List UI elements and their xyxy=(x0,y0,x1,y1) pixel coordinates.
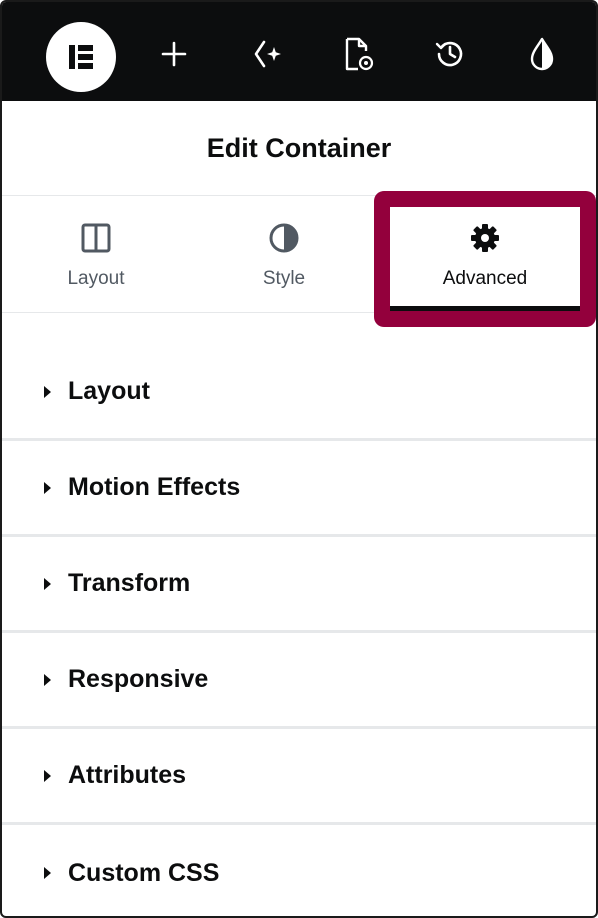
section-transform[interactable]: Transform xyxy=(2,537,596,633)
caret-right-icon xyxy=(44,577,51,590)
tab-label: Style xyxy=(262,268,306,289)
section-motion-effects[interactable]: Motion Effects xyxy=(2,441,596,537)
site-settings-drop-icon[interactable] xyxy=(520,32,564,76)
tab-advanced[interactable]: Advanced xyxy=(390,207,580,311)
tab-style[interactable]: Style xyxy=(190,197,378,313)
section-layout[interactable]: Layout xyxy=(2,345,596,441)
elementor-logo-icon[interactable] xyxy=(46,22,116,92)
section-title: Motion Effects xyxy=(68,473,241,501)
caret-right-icon xyxy=(44,769,51,782)
caret-right-icon xyxy=(44,385,51,398)
layout-columns-icon xyxy=(81,222,111,254)
history-icon[interactable] xyxy=(428,32,472,76)
panel-header: Edit Container xyxy=(2,101,596,196)
top-bar xyxy=(2,2,596,101)
editor-panel: Edit Container Layout Style Advanced Lay… xyxy=(0,0,598,918)
section-responsive[interactable]: Responsive xyxy=(2,633,596,729)
page-settings-icon[interactable] xyxy=(336,32,380,76)
section-title: Attributes xyxy=(68,761,187,789)
tab-label: Layout xyxy=(67,268,125,289)
add-icon[interactable] xyxy=(152,32,196,76)
contrast-half-circle-icon xyxy=(268,222,300,254)
tab-layout[interactable]: Layout xyxy=(2,197,190,313)
section-title: Layout xyxy=(68,377,150,405)
caret-right-icon xyxy=(44,673,51,686)
section-title: Transform xyxy=(68,569,191,597)
active-tab-indicator xyxy=(390,306,580,311)
panel-title: Edit Container xyxy=(206,132,392,163)
caret-right-icon xyxy=(44,481,51,494)
ai-sparkle-icon[interactable] xyxy=(244,32,288,76)
section-title: Responsive xyxy=(68,665,209,693)
section-custom-css[interactable]: Custom CSS xyxy=(2,825,596,916)
caret-right-icon xyxy=(44,867,51,879)
tab-label: Advanced xyxy=(442,268,528,289)
section-title: Custom CSS xyxy=(68,858,220,887)
section-attributes[interactable]: Attributes xyxy=(2,729,596,825)
gear-icon xyxy=(470,222,500,254)
